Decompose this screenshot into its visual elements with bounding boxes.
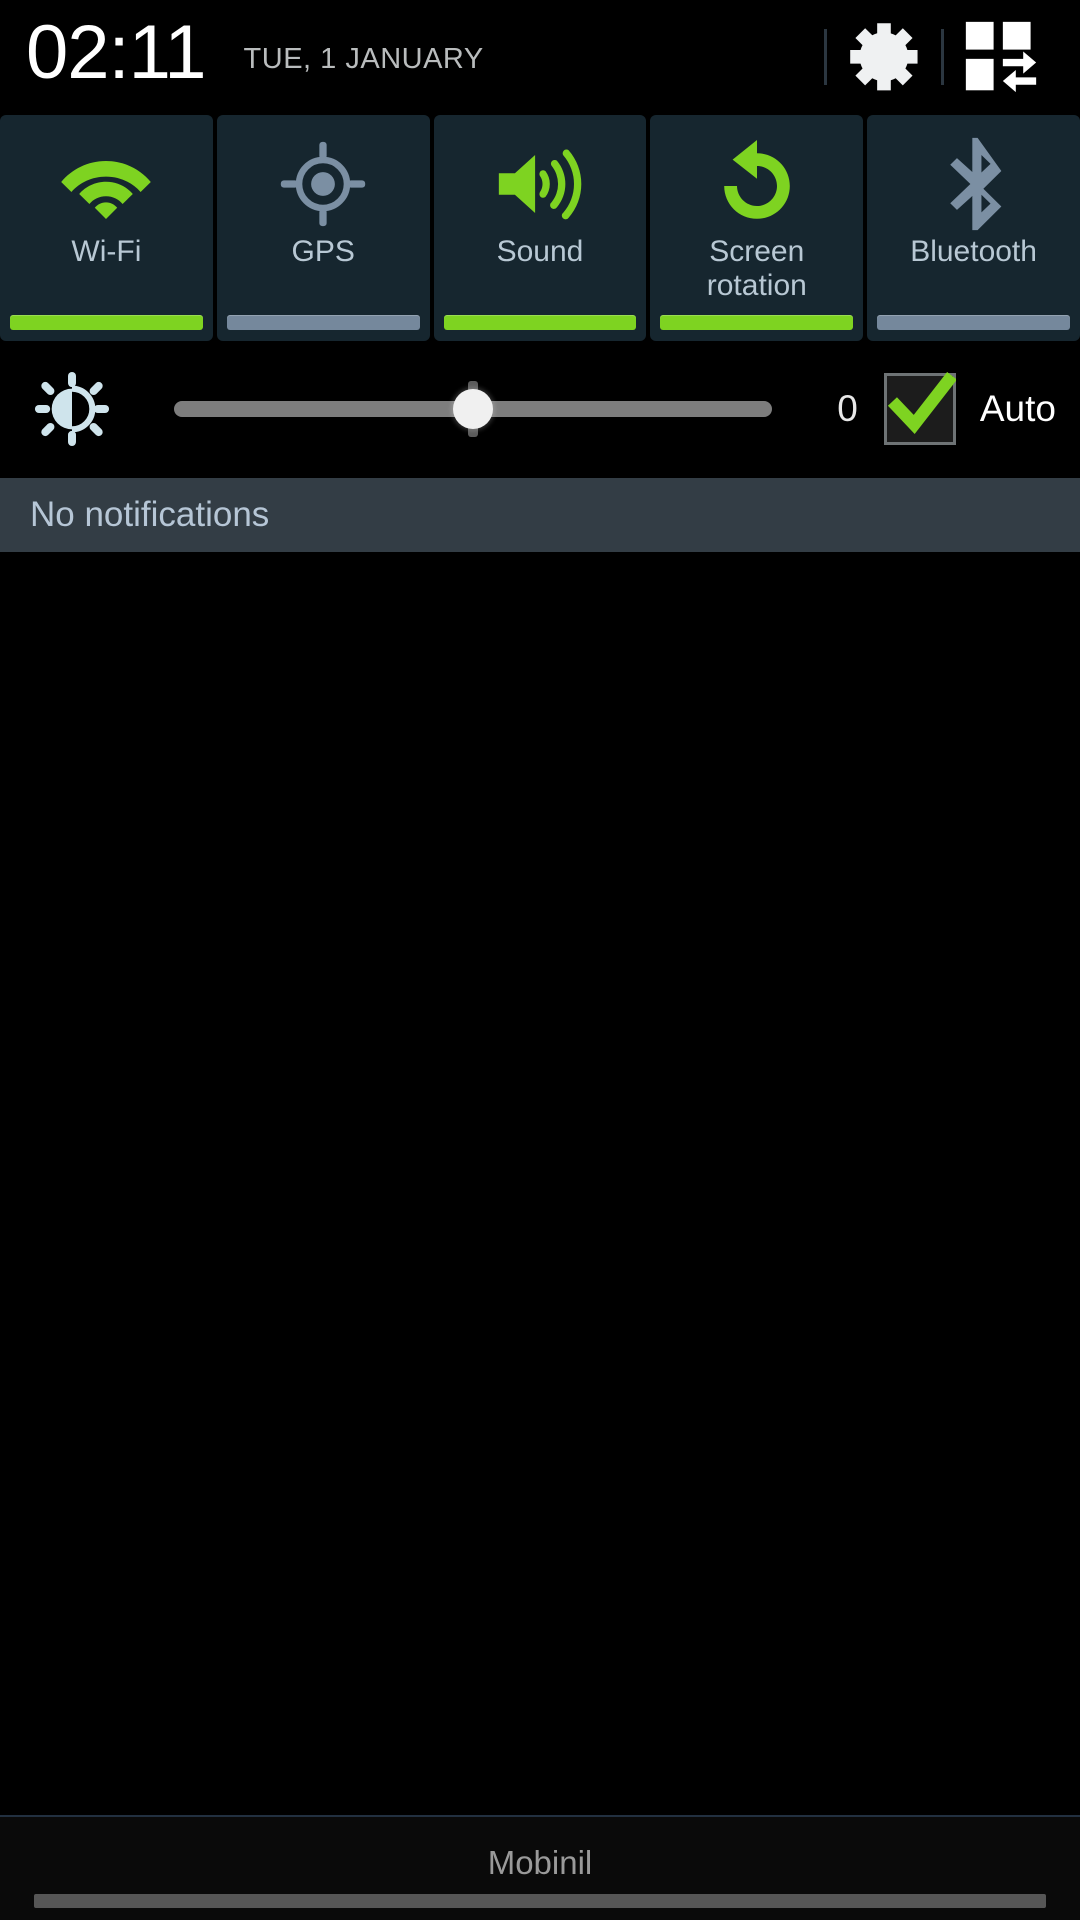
gps-crosshair-icon [277,141,369,227]
notification-shade: 02:11 TUE, 1 JANUARY Wi-Fi GPS Sound Scr… [0,0,1080,1920]
gear-icon [845,18,923,96]
grid-toggle-icon [963,20,1039,94]
speaker-volume-icon [491,141,589,227]
quick-toggle-state-bar [226,315,420,330]
clock: 02:11 [26,9,207,95]
shade-footer: Mobinil [0,1815,1080,1920]
auto-brightness-label: Auto [979,387,1056,429]
checkmark-icon [887,371,956,434]
brightness-slider-thumb[interactable] [452,388,493,429]
quick-toggle-state-bar [10,315,203,330]
quick-toggle-label: Wi-Fi [71,235,142,268]
quick-toggle-label: Screen rotation [706,235,807,302]
quick-toggle-gps[interactable]: GPS [216,115,430,341]
brightness-value: 0 [837,387,858,429]
quick-toggle-state-bar [660,315,854,330]
brightness-sun-icon [26,371,118,447]
brightness-row: 0 Auto [0,341,1080,476]
notification-empty-bar: No notifications [0,476,1080,552]
quick-toggle-label: Sound [496,235,584,268]
notification-list-area [0,552,1080,1815]
quick-toggle-label: GPS [291,235,355,268]
status-header: 02:11 TUE, 1 JANUARY [0,0,1080,113]
quick-toggle-state-bar [877,315,1070,330]
bluetooth-icon [937,137,1011,231]
quick-toggle-sound[interactable]: Sound [433,115,647,341]
quick-toggle-wifi[interactable]: Wi-Fi [0,115,213,341]
auto-brightness-checkbox[interactable] [883,371,956,445]
quick-toggle-bluetooth[interactable]: Bluetooth [867,115,1080,341]
no-notifications-label: No notifications [30,495,270,534]
quick-toggle-label: Bluetooth [910,235,1037,268]
brightness-slider[interactable] [174,379,772,439]
quick-toggle-state-bar [443,315,637,330]
wifi-icon [58,141,154,227]
quick-toggle-screen-rotation[interactable]: Screen rotation [650,115,864,341]
settings-button[interactable] [827,7,941,107]
quick-toggle-row: Wi-Fi GPS Sound Screen rotation Bluetoot… [0,113,1080,341]
carrier-label: Mobinil [487,1843,593,1881]
quick-settings-toggle-button[interactable] [944,7,1058,107]
rotate-ccw-icon [711,140,803,227]
shade-drag-handle[interactable] [34,1894,1046,1908]
date-label: TUE, 1 JANUARY [243,43,484,75]
